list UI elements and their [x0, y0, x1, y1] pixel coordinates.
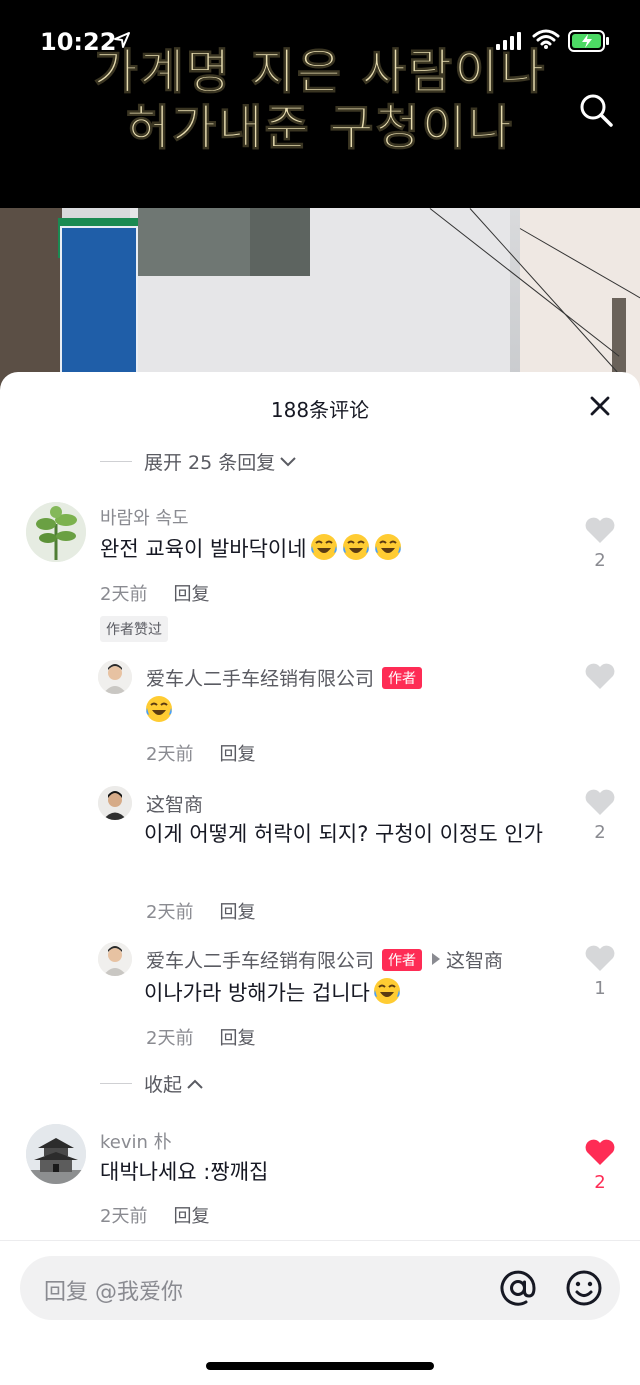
like-count: 2 [594, 1172, 606, 1193]
comment-time: 2天前 [100, 1206, 148, 1227]
reply-time: 2天前 [146, 744, 194, 765]
avatar[interactable] [98, 786, 132, 820]
collapse-replies-label: 收起 [144, 1074, 183, 1096]
laughing-tears-emoji-icon [310, 534, 337, 560]
chevron-up-icon [187, 1079, 203, 1089]
reply-username[interactable]: 这智商 [146, 790, 203, 817]
status-time: 10:22 [40, 28, 117, 56]
author-badge: 作者 [382, 949, 423, 971]
like-button[interactable]: 2 [582, 516, 618, 571]
person-avatar-icon [98, 660, 132, 694]
reply-meta: 2天前 回复 [146, 1024, 255, 1050]
reply-button[interactable]: 回复 [173, 1206, 209, 1227]
plant-photo-icon [26, 502, 86, 562]
reply-input-placeholder: 回复 @我爱你 [44, 1280, 183, 1305]
avatar[interactable] [98, 942, 132, 976]
avatar[interactable] [26, 1124, 86, 1184]
reply-username: 爱车人二手车经销有限公司 作者 这智商 [146, 949, 504, 972]
search-icon[interactable] [576, 90, 616, 130]
like-count: 1 [594, 978, 606, 999]
wifi-icon [532, 29, 560, 49]
comment-meta: 2天前 回复 [100, 580, 209, 606]
like-button[interactable] [582, 662, 618, 694]
reply-text: 이나가라 방해가는 겁니다 [144, 976, 402, 1009]
reply-meta: 2天前 回复 [146, 898, 255, 924]
status-bar: 10:22 [0, 0, 640, 80]
cellular-signal-icon [496, 32, 521, 50]
expand-replies-button[interactable]: 展开 25 条回复 [100, 448, 297, 475]
laughing-tears-emoji-icon [342, 534, 369, 560]
person-avatar-icon [98, 942, 132, 976]
comment-text: 대박나세요 :짱깨집 [100, 1160, 269, 1184]
reply-text: 이게 어떻게 허락이 되지? 구청이 이정도 인가 [144, 822, 543, 846]
like-button[interactable]: 2 [582, 1138, 618, 1193]
like-button[interactable]: 2 [582, 788, 618, 843]
comment-text: 완전 교육이 발바닥이네 [100, 532, 403, 565]
avatar[interactable] [98, 660, 132, 694]
comment-sheet: 188条评论 展开 25 条回复 바람와 속도 완전 교육이 발바닥이네 2天前… [0, 372, 640, 1385]
heart-filled-icon [585, 1139, 615, 1165]
location-arrow-icon [114, 32, 130, 48]
reply-username: 爱车人二手车经销有限公司 作者 [146, 664, 423, 691]
expand-replies-label: 展开 25 条回复 [144, 452, 276, 474]
reply-meta: 2天前 回复 [146, 740, 255, 766]
pagoda-photo-icon [26, 1124, 86, 1184]
comment-time: 2天前 [100, 584, 148, 605]
reply-button[interactable]: 回复 [219, 1028, 255, 1049]
chevron-down-icon [280, 456, 296, 466]
caption-line-2: 허가내준 구청이나 [126, 100, 514, 157]
laughing-tears-emoji-icon [146, 696, 172, 722]
reply-input[interactable]: 回复 @我爱你 [20, 1256, 620, 1320]
reply-button[interactable]: 回复 [219, 902, 255, 923]
person-avatar-icon [98, 786, 132, 820]
comment-username[interactable]: kevin 朴 [100, 1128, 172, 1154]
author-liked-tag: 作者赞过 [100, 616, 168, 642]
collapse-replies-button[interactable]: 收起 [100, 1070, 204, 1097]
like-count: 2 [594, 550, 606, 571]
comment-meta: 2天前 回复 [100, 1202, 209, 1228]
mention-at-icon[interactable] [498, 1268, 538, 1308]
reply-time: 2天前 [146, 1028, 194, 1049]
laughing-tears-emoji-icon [373, 978, 400, 1004]
close-icon[interactable] [588, 394, 612, 418]
reply-button[interactable]: 回复 [173, 584, 209, 605]
home-indicator [206, 1362, 434, 1370]
reply-text [144, 694, 174, 727]
reply-to-username[interactable]: 这智商 [446, 950, 503, 972]
like-button[interactable]: 1 [582, 944, 618, 999]
emoji-smile-icon[interactable] [564, 1268, 604, 1308]
heart-outline-icon [585, 789, 615, 815]
author-badge: 作者 [382, 667, 423, 689]
reply-to-arrow-icon [432, 953, 441, 965]
like-count: 2 [594, 822, 606, 843]
laughing-tears-emoji-icon [374, 534, 401, 560]
avatar[interactable] [26, 502, 86, 562]
comment-username[interactable]: 바람와 속도 [100, 504, 189, 530]
divider [0, 1240, 640, 1241]
comment-count-title: 188条评论 [270, 398, 370, 422]
heart-outline-icon [585, 517, 615, 543]
heart-outline-icon [585, 663, 615, 689]
reply-time: 2天前 [146, 902, 194, 923]
heart-outline-icon [585, 945, 615, 971]
reply-button[interactable]: 回复 [219, 744, 255, 765]
battery-charging-icon [568, 30, 609, 52]
